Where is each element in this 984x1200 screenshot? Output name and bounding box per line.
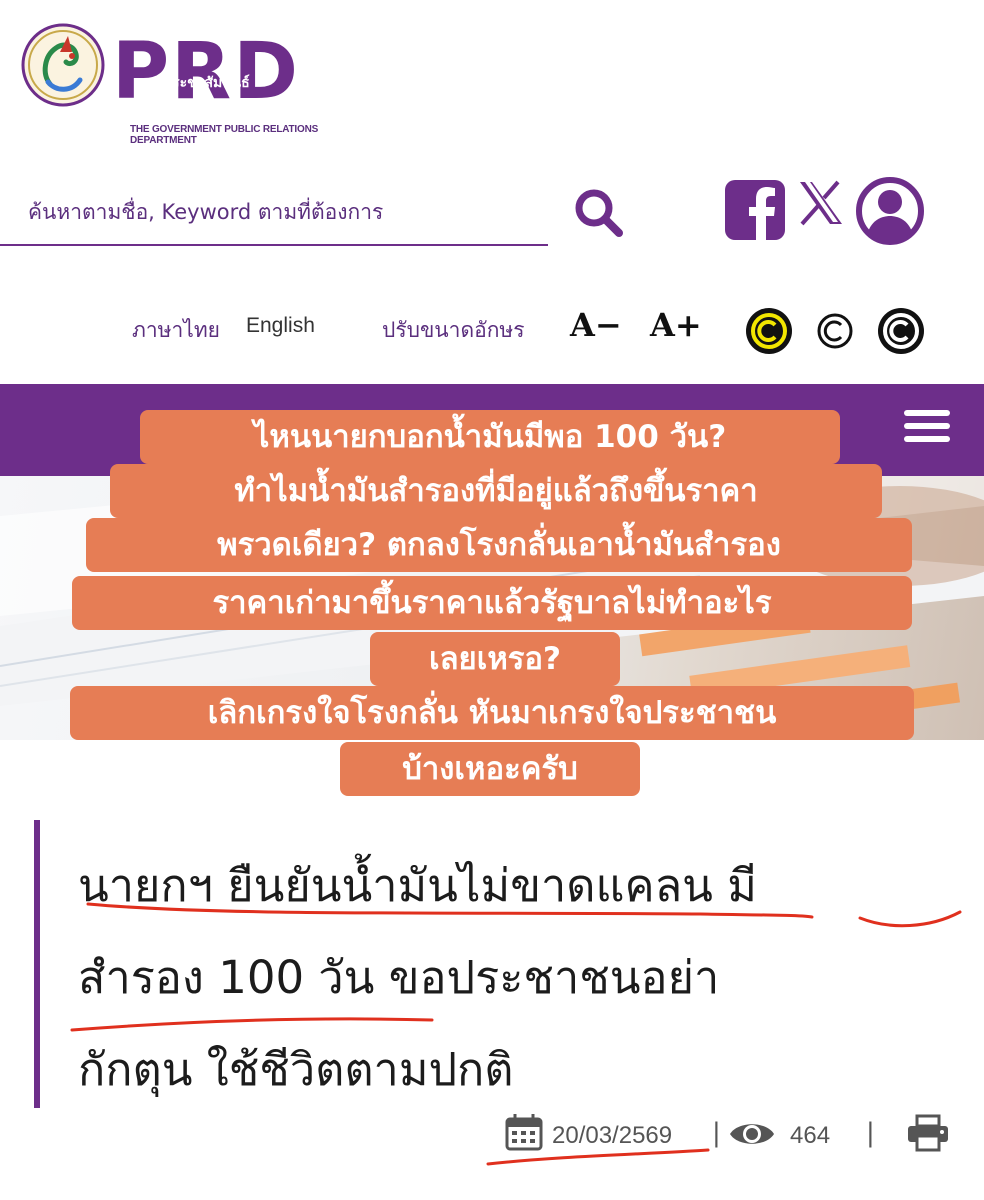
font-decrease-button[interactable]: A− [570, 306, 622, 344]
print-icon[interactable] [906, 1114, 950, 1154]
caption-line-1: ไหนนายกบอกน้ำมันมีพอ 100 วัน? [140, 410, 840, 464]
x-icon[interactable] [796, 178, 846, 228]
search-input[interactable] [28, 192, 528, 232]
search-box [0, 180, 548, 246]
prd-logo[interactable]: PRD กรมประชาสัมพันธ์ THE GOVERNMENT PUBL… [20, 22, 370, 146]
headline-accent-bar [34, 820, 40, 1108]
user-icon[interactable] [854, 176, 926, 246]
naga-emblem-icon [21, 23, 105, 107]
search-icon[interactable] [570, 184, 626, 240]
language-thai[interactable]: ภาษาไทย [132, 314, 220, 347]
view-count: 464 [790, 1122, 831, 1149]
headline-line-1: นายกฯ ยืนยันน้ำมันไม่ขาดแคลน มี [78, 859, 757, 912]
caption-line-5: เลยเหรอ? [370, 632, 620, 686]
caption-line-2: ทำไมน้ำมันสำรองที่มีอยู่แล้วถึงขึ้นราคา [110, 464, 882, 518]
article-headline: นายกฯ ยืนยันน้ำมันไม่ขาดแคลน มี สำรอง 10… [78, 840, 958, 1116]
contrast-dark-icon[interactable] [876, 306, 926, 356]
eye-icon [730, 1124, 774, 1144]
font-increase-button[interactable]: A+ [650, 306, 702, 344]
headline-line-2: สำรอง 100 วัน ขอประชาชนอย่า [78, 951, 720, 1004]
language-english[interactable]: English [246, 314, 315, 338]
headline-line-3: กักตุน ใช้ชีวิตตามปกติ [78, 1043, 514, 1096]
page: PRD กรมประชาสัมพันธ์ THE GOVERNMENT PUBL… [0, 0, 984, 1200]
meta-separator: | [712, 1118, 721, 1148]
caption-line-4: ราคาเก่ามาขึ้นราคาแล้วรัฐบาลไม่ทำอะไร [72, 576, 912, 630]
caption-line-3: พรวดเดียว? ตกลงโรงกลั่นเอาน้ำมันสำรอง [86, 518, 912, 572]
caption-line-6: เลิกเกรงใจโรงกลั่น หันมาเกรงใจประชาชน [70, 686, 914, 740]
underline-date [486, 1148, 710, 1166]
hamburger-menu-icon[interactable] [904, 410, 950, 446]
contrast-yellow-icon[interactable] [744, 306, 794, 356]
contrast-default-icon[interactable] [810, 306, 860, 356]
logo-english-name: THE GOVERNMENT PUBLIC RELATIONS DEPARTME… [130, 124, 319, 146]
logo-thai-name: กรมประชาสัมพันธ์ [138, 75, 250, 91]
calendar-icon [505, 1114, 543, 1151]
publish-date: 20/03/2569 [552, 1122, 673, 1149]
caption-line-7: บ้างเหอะครับ [340, 742, 640, 796]
facebook-icon[interactable] [724, 180, 786, 240]
meta-separator: | [866, 1118, 875, 1148]
font-size-label: ปรับขนาดอักษร [382, 318, 525, 342]
